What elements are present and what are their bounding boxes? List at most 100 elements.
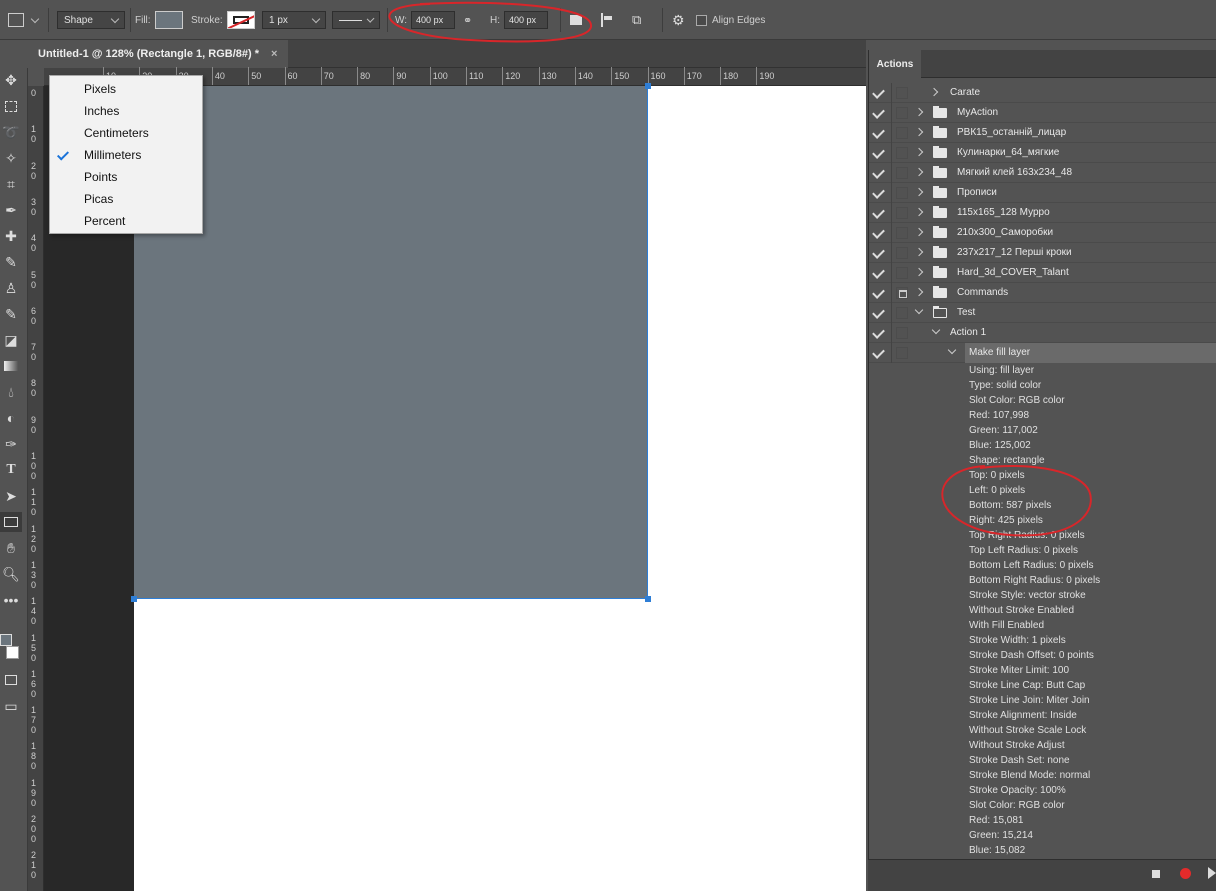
document-tab[interactable]: Untitled-1 @ 128% (Rectangle 1, RGB/8#) …: [28, 40, 288, 68]
chevron-right-icon[interactable]: [914, 287, 924, 297]
menu-item-millimeters[interactable]: Millimeters: [50, 144, 202, 166]
magic-wand-tool[interactable]: ✧: [0, 148, 22, 168]
action-set-row[interactable]: РВК15_останній_лицар: [869, 123, 1216, 143]
toggle-dialog-box[interactable]: [896, 127, 908, 139]
path-alignment-button[interactable]: [601, 10, 612, 30]
toggle-dialog-box[interactable]: [896, 207, 908, 219]
checkbox-box[interactable]: [696, 14, 707, 26]
healing-brush-tool[interactable]: ✚: [0, 226, 22, 246]
action-row[interactable]: Action 1: [869, 323, 1216, 343]
toggle-item-check-icon[interactable]: [872, 246, 885, 259]
action-set-row[interactable]: Commands: [869, 283, 1216, 303]
transform-handle[interactable]: [131, 596, 137, 602]
transform-handle[interactable]: [645, 596, 651, 602]
vertical-ruler[interactable]: 0 10 20 30 40 50 60 70 80 90 100 110 120 130 140 150 160…: [28, 86, 44, 891]
quick-mask-button[interactable]: [0, 670, 22, 690]
clone-stamp-tool[interactable]: ♙: [0, 278, 22, 298]
width-input[interactable]: 400 px: [411, 11, 456, 29]
zoom-tool[interactable]: 🔍︎: [0, 564, 22, 584]
menu-item-percent[interactable]: Percent: [50, 210, 202, 232]
toggle-dialog-box[interactable]: [896, 347, 908, 359]
screen-mode-button[interactable]: ▭: [0, 696, 22, 716]
history-brush-tool[interactable]: ✎: [0, 304, 22, 324]
toggle-dialog-box[interactable]: [896, 307, 908, 319]
chevron-right-icon[interactable]: [914, 147, 924, 157]
hand-tool[interactable]: ✋︎: [0, 538, 22, 558]
pen-tool[interactable]: ✑: [0, 434, 22, 454]
chevron-right-icon[interactable]: [914, 187, 924, 197]
menu-item-points[interactable]: Points: [50, 166, 202, 188]
toggle-item-check-icon[interactable]: [872, 266, 885, 279]
toggle-item-check-icon[interactable]: [872, 86, 885, 99]
chevron-down-icon[interactable]: [947, 345, 957, 355]
path-arrangement-button[interactable]: ⧉: [632, 10, 641, 30]
tool-mode-dropdown[interactable]: Shape: [57, 11, 125, 29]
rectangle-shape[interactable]: [134, 86, 648, 599]
toggle-dialog-box[interactable]: [896, 287, 908, 299]
chevron-right-icon[interactable]: [914, 107, 924, 117]
action-set-row[interactable]: 210х300_Саморобки: [869, 223, 1216, 243]
edit-toolbar-button[interactable]: •••: [0, 590, 22, 610]
link-dimensions-button[interactable]: ⚭: [463, 10, 472, 30]
tool-preset-picker[interactable]: [8, 10, 40, 30]
gradient-tool[interactable]: [0, 356, 22, 376]
tab-actions[interactable]: Actions: [869, 50, 921, 78]
menu-item-inches[interactable]: Inches: [50, 100, 202, 122]
document-canvas[interactable]: [131, 83, 866, 891]
toggle-dialog-box[interactable]: [896, 167, 908, 179]
settings-button[interactable]: ⚙: [672, 10, 685, 30]
crop-tool[interactable]: ⌗: [0, 174, 22, 194]
action-set-row[interactable]: 237х217_12 Перші кроки: [869, 243, 1216, 263]
action-set-row[interactable]: MyAction: [869, 103, 1216, 123]
transform-handle[interactable]: [645, 83, 651, 89]
chevron-down-icon[interactable]: [931, 325, 941, 335]
align-edges-checkbox[interactable]: Align Edges: [696, 10, 765, 30]
toggle-item-check-icon[interactable]: [872, 146, 885, 159]
chevron-right-icon[interactable]: [914, 227, 924, 237]
action-set-row[interactable]: Кулинарки_64_мягкие: [869, 143, 1216, 163]
action-set-row[interactable]: Carate: [869, 83, 1216, 103]
menu-item-picas[interactable]: Picas: [50, 188, 202, 210]
eraser-tool[interactable]: ◪: [0, 330, 22, 350]
marquee-tool[interactable]: [0, 96, 22, 116]
toggle-dialog-box[interactable]: [896, 147, 908, 159]
type-tool[interactable]: T: [0, 460, 22, 480]
toggle-item-check-icon[interactable]: [872, 226, 885, 239]
lasso-tool[interactable]: ➰: [0, 122, 22, 142]
stroke-width-field[interactable]: 1 px: [262, 11, 326, 29]
toggle-item-check-icon[interactable]: [872, 286, 885, 299]
stroke-type-dropdown[interactable]: [332, 11, 380, 29]
actions-list[interactable]: Carate MyAction РВК15_останній_лицар Кулина…: [869, 83, 1216, 859]
rectangle-tool[interactable]: [0, 512, 22, 532]
blur-tool[interactable]: 💧︎: [0, 382, 22, 402]
eyedropper-tool[interactable]: ✒: [0, 200, 22, 220]
chevron-right-icon[interactable]: [929, 87, 939, 97]
play-button[interactable]: [1208, 867, 1216, 879]
fill-swatch[interactable]: [154, 11, 183, 29]
action-set-row[interactable]: Мягкий клей 163х234_48: [869, 163, 1216, 183]
toggle-dialog-box[interactable]: [896, 247, 908, 259]
toggle-dialog-box[interactable]: [896, 227, 908, 239]
toggle-dialog-box[interactable]: [896, 267, 908, 279]
toggle-item-check-icon[interactable]: [872, 186, 885, 199]
stop-button[interactable]: [1152, 870, 1160, 878]
background-color-swatch[interactable]: [6, 646, 19, 659]
brush-tool[interactable]: ✎: [0, 252, 22, 272]
move-tool[interactable]: ✥: [0, 70, 22, 90]
toggle-item-check-icon[interactable]: [872, 166, 885, 179]
path-operations-button[interactable]: [570, 10, 582, 30]
toggle-item-check-icon[interactable]: [872, 106, 885, 119]
toggle-dialog-box[interactable]: [896, 107, 908, 119]
chevron-right-icon[interactable]: [914, 207, 924, 217]
dodge-tool[interactable]: ◐: [0, 408, 22, 428]
action-set-row[interactable]: Прописи: [869, 183, 1216, 203]
menu-item-centimeters[interactable]: Centimeters: [50, 122, 202, 144]
foreground-color-swatch[interactable]: [0, 634, 12, 646]
action-step-row[interactable]: Make fill layer: [869, 343, 1216, 363]
record-button[interactable]: [1180, 868, 1191, 879]
action-set-row[interactable]: Test: [869, 303, 1216, 323]
toggle-item-check-icon[interactable]: [872, 126, 885, 139]
height-input[interactable]: 400 px: [504, 11, 548, 29]
path-selection-tool[interactable]: ➤: [0, 486, 22, 506]
chevron-right-icon[interactable]: [914, 267, 924, 277]
